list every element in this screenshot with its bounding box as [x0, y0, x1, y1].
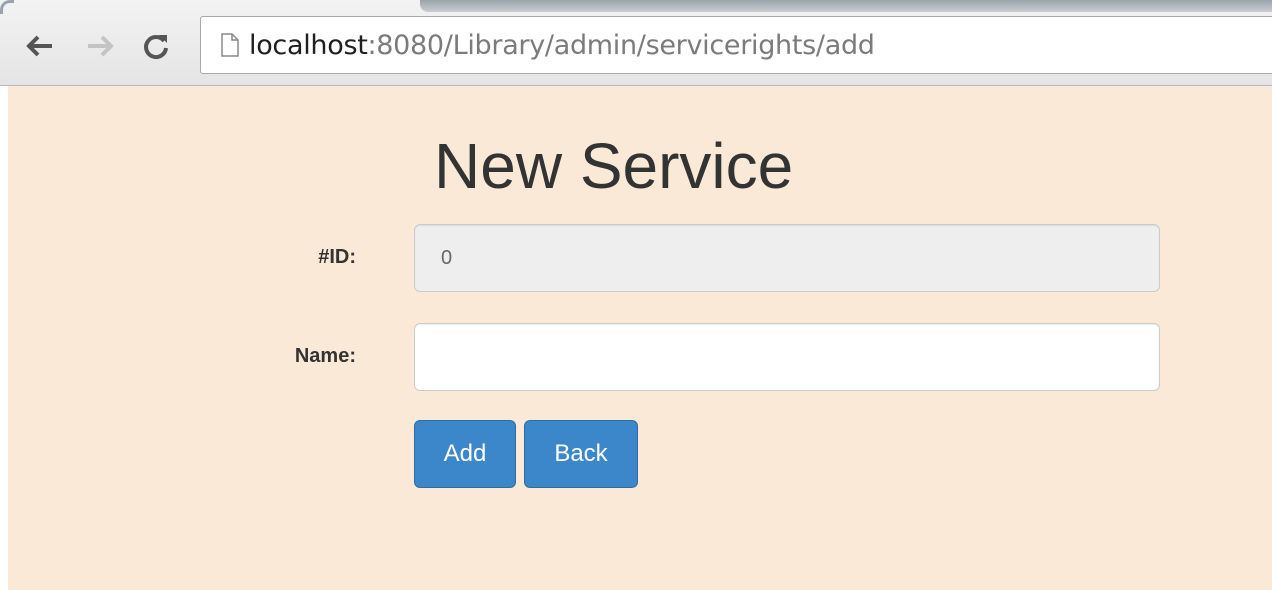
page-icon — [221, 33, 239, 57]
forward-button[interactable] — [82, 28, 118, 64]
add-button[interactable]: Add — [414, 420, 516, 488]
name-label: Name: — [294, 345, 356, 367]
page-title: New Service — [434, 130, 794, 202]
back-button[interactable] — [22, 28, 58, 64]
id-label: #ID: — [318, 246, 356, 268]
url-text: localhost:8080/Library/admin/servicerigh… — [249, 30, 875, 61]
reload-icon — [144, 35, 168, 60]
browser-toolbar: localhost:8080/Library/admin/servicerigh… — [0, 0, 1272, 86]
arrow-right-icon — [88, 35, 114, 57]
arrow-left-icon — [26, 35, 52, 57]
page-content: New Service #ID: Name: Add Back — [8, 86, 1272, 590]
back-link-button[interactable]: Back — [524, 420, 638, 488]
id-field — [414, 224, 1160, 292]
tab-strip-corner — [0, 0, 14, 14]
tab-strip — [420, 0, 1272, 12]
url-host: localhost — [249, 29, 368, 61]
url-path: :8080/Library/admin/servicerights/add — [367, 29, 875, 61]
name-field[interactable] — [414, 323, 1160, 391]
reload-button[interactable] — [138, 28, 174, 64]
address-bar[interactable]: localhost:8080/Library/admin/servicerigh… — [200, 16, 1272, 74]
